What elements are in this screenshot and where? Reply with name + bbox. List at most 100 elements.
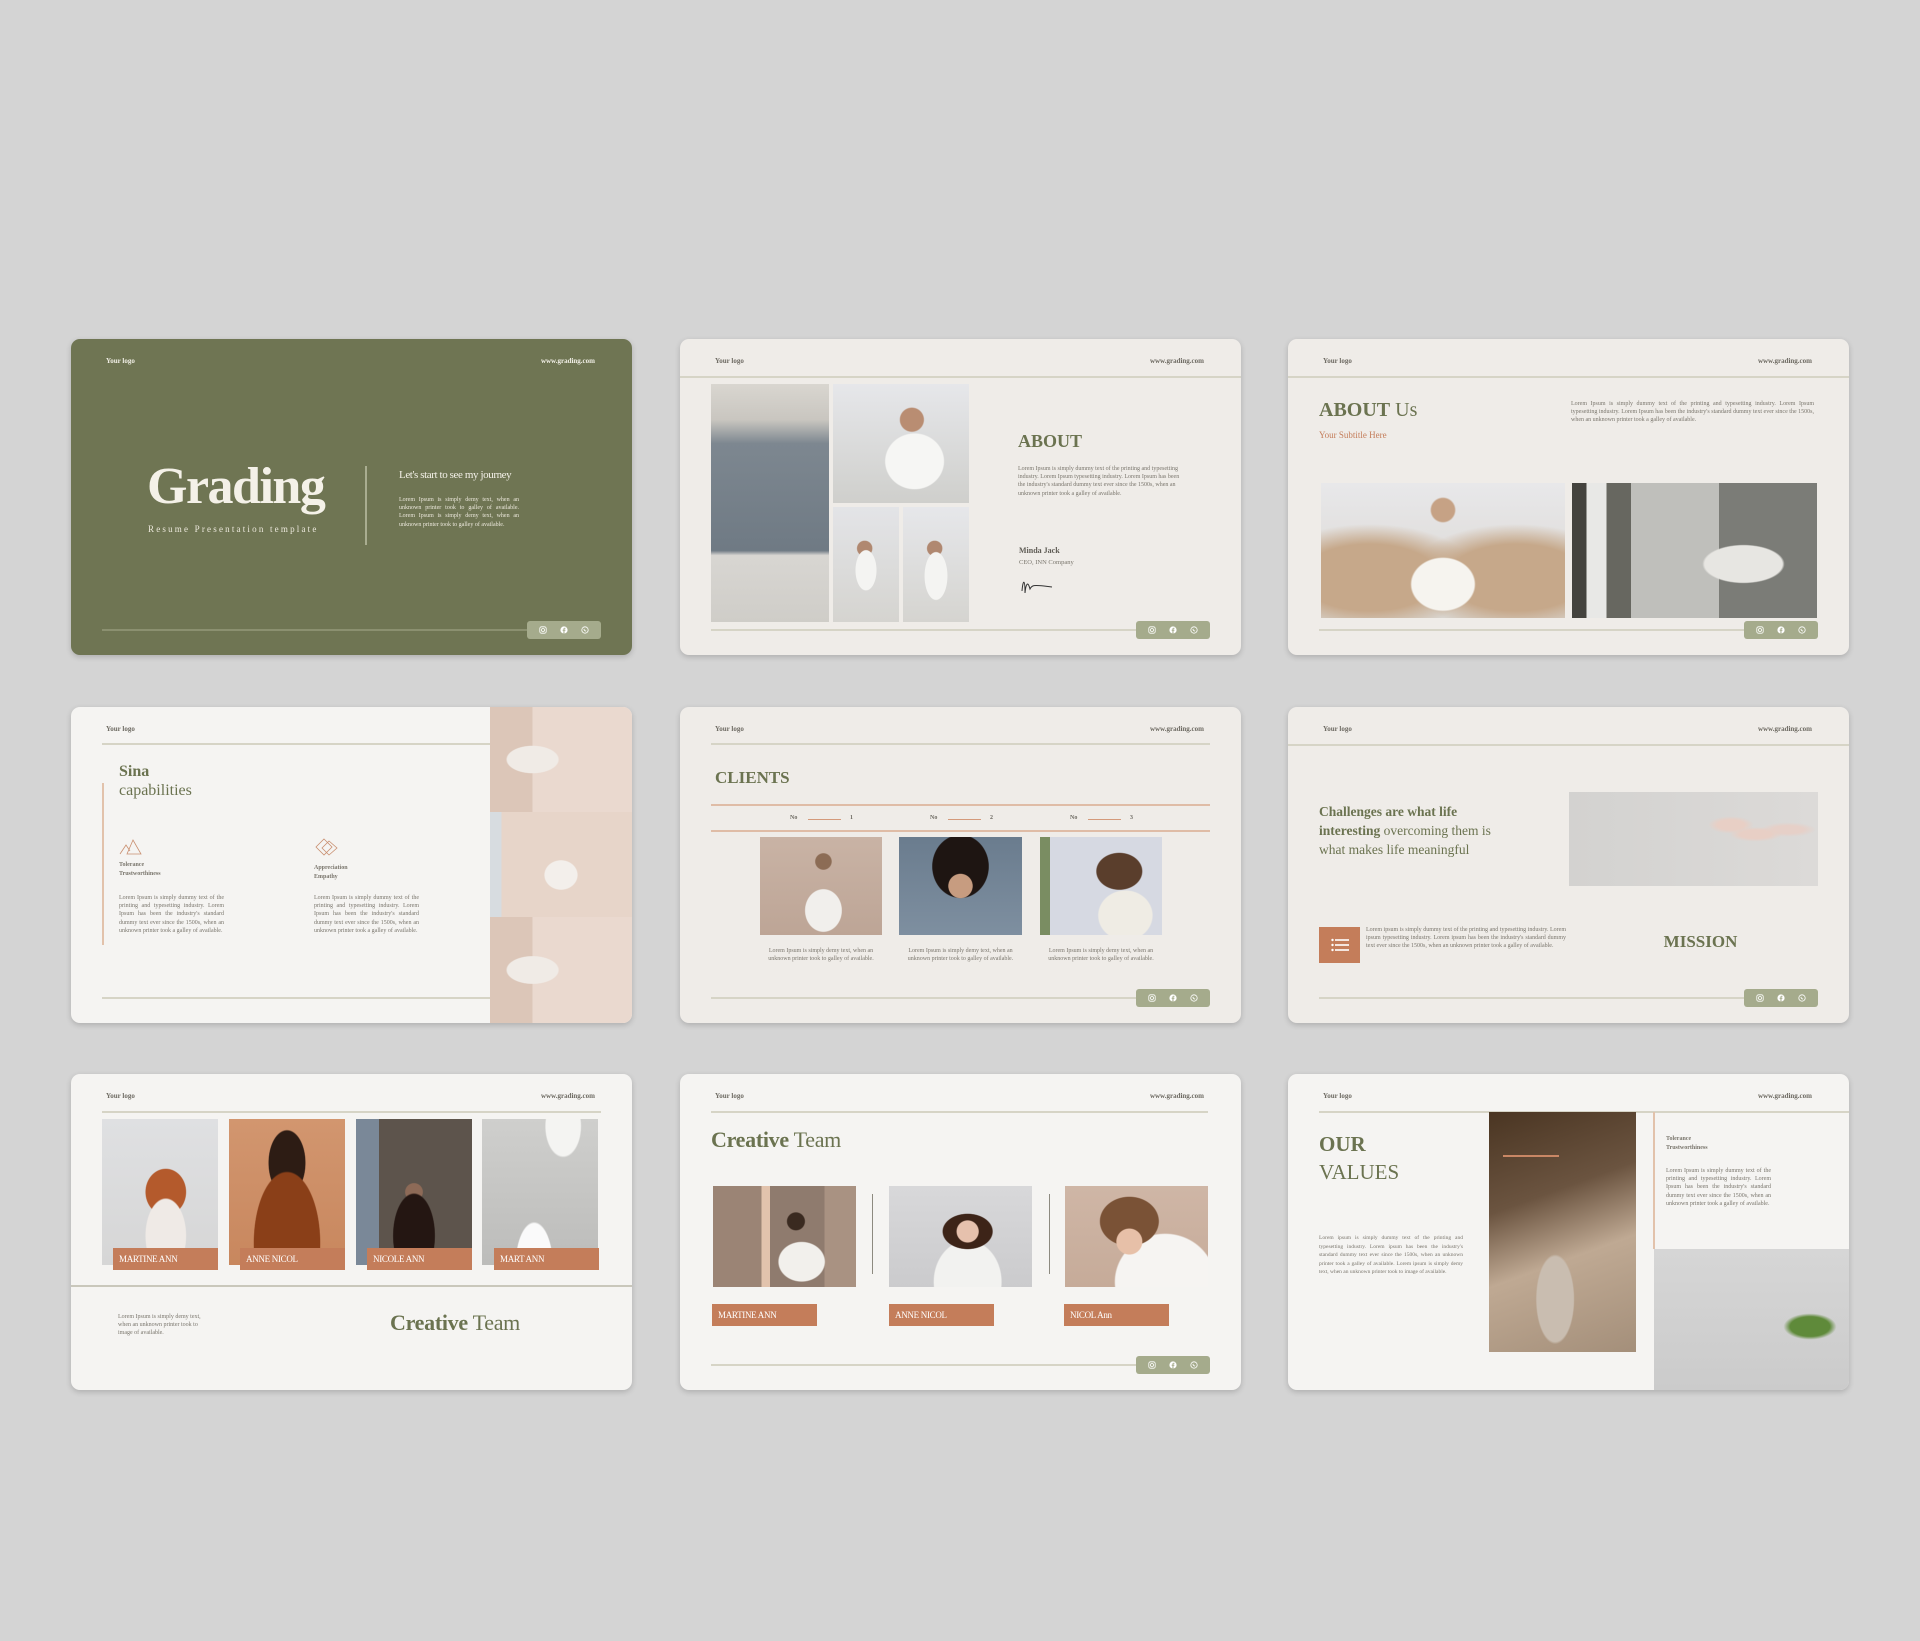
header-line (711, 743, 1210, 745)
divider (365, 466, 367, 545)
capability-1-body: Lorem Ipsum is simply dummy text of the … (119, 895, 224, 934)
footer-line (711, 629, 1137, 631)
website-link[interactable]: www.grading.com (541, 357, 595, 365)
footer-line (711, 1364, 1137, 1366)
team-row-title: Creative Team (711, 1127, 841, 1153)
photo-still-life (1489, 1112, 1636, 1352)
cover-subtitle: Resume Presentation template (148, 524, 319, 534)
logo-text: Your logo (715, 357, 744, 365)
website-link[interactable]: www.grading.com (1758, 357, 1812, 365)
photo-woman-chair (1572, 483, 1817, 618)
photo-team-2 (889, 1186, 1032, 1287)
values-title-line1: OUR (1319, 1132, 1366, 1156)
member-2-name: ANNE NICOL (240, 1248, 345, 1270)
about-us-title: ABOUT Us (1319, 399, 1417, 422)
facebook-icon[interactable] (1169, 1361, 1177, 1369)
logo-text: Your logo (106, 725, 135, 733)
slide-cover[interactable]: Your logo www.grading.com Grading Resume… (71, 339, 632, 655)
photo-team-3 (1065, 1186, 1208, 1287)
facebook-icon[interactable] (1777, 626, 1785, 634)
header-line (102, 743, 490, 745)
instagram-icon[interactable] (1148, 1361, 1156, 1369)
logo-text: Your logo (106, 1092, 135, 1100)
website-link[interactable]: www.grading.com (1758, 725, 1812, 733)
instagram-icon[interactable] (539, 626, 547, 634)
website-link[interactable]: www.grading.com (1758, 1092, 1812, 1100)
social-links (527, 621, 601, 639)
whatsapp-icon[interactable] (1190, 626, 1198, 634)
mission-quote: Challenges are what life interesting ove… (1319, 802, 1519, 859)
client-3-caption: Lorem Ipsum is simply demy text, when an… (1048, 948, 1154, 963)
client-3-number: 3 (1130, 815, 1133, 821)
about-us-title-light: Us (1395, 399, 1418, 421)
social-links (1136, 1356, 1210, 1374)
about-us-subtitle: Your Subtitle Here (1319, 430, 1387, 440)
mission-title: MISSION (1663, 932, 1738, 951)
photo-client-3 (1040, 837, 1162, 935)
instagram-icon[interactable] (1756, 626, 1764, 634)
accent-line (102, 783, 104, 945)
instagram-icon[interactable] (1756, 994, 1764, 1002)
footer-line (102, 629, 528, 631)
header-line (102, 1111, 601, 1113)
footer-line (1319, 997, 1745, 999)
slide-team-grid[interactable]: Your logo www.grading.com MARTINE ANN AN… (71, 1074, 632, 1390)
whatsapp-icon[interactable] (1798, 994, 1806, 1002)
instagram-icon[interactable] (1148, 626, 1156, 634)
facebook-icon[interactable] (560, 626, 568, 634)
logo-text: Your logo (1323, 1092, 1352, 1100)
divider-line (71, 1285, 632, 1287)
slide-values[interactable]: Your logo www.grading.com OUR VALUES Lor… (1288, 1074, 1849, 1390)
photo-woman-stool (490, 812, 632, 917)
website-link[interactable]: www.grading.com (1150, 357, 1204, 365)
about-title: ABOUT (1018, 431, 1083, 451)
photo-woman-sitting (833, 507, 899, 622)
slide-clients[interactable]: Your logo www.grading.com CLIENTS No 1 N… (680, 707, 1241, 1023)
accent-line (1653, 1112, 1655, 1249)
capability-2-title: Appreciation Empathy (314, 864, 348, 882)
list-icon (1319, 927, 1360, 963)
header-line (1288, 744, 1849, 746)
photo-woman-profile (903, 507, 969, 622)
client-1-number: 1 (850, 815, 853, 821)
photo-plant-vase (1654, 1249, 1849, 1390)
slide-capabilities[interactable]: Your logo Sina capabilities Tolerance Tr… (71, 707, 632, 1023)
whatsapp-icon[interactable] (1798, 626, 1806, 634)
rule-bottom (711, 830, 1210, 832)
whatsapp-icon[interactable] (581, 626, 589, 634)
slide-team-row[interactable]: Your logo www.grading.com Creative Team … (680, 1074, 1241, 1390)
values-body: Lorem ipsum is simply dummy text of the … (1319, 1235, 1463, 1275)
client-1-caption: Lorem Ipsum is simply demy text, when an… (768, 948, 874, 963)
website-link[interactable]: www.grading.com (541, 1092, 595, 1100)
team-grid-body: Lorem Ipsum is simply demy text, when an… (118, 1314, 201, 1337)
cover-body: Lorem Ipsum is simply demy text, when an… (399, 497, 519, 528)
photo-woman-sofa (833, 384, 969, 503)
whatsapp-icon[interactable] (1190, 1361, 1198, 1369)
social-links (1136, 621, 1210, 639)
client-2-dash (948, 819, 981, 820)
arrow-icon (1503, 1155, 1559, 1157)
facebook-icon[interactable] (1169, 994, 1177, 1002)
capability-2-line1: Appreciation (314, 865, 348, 871)
website-link[interactable]: www.grading.com (1150, 725, 1204, 733)
header-line (680, 376, 1241, 378)
slide-about-us[interactable]: Your logo www.grading.com ABOUT Us Your … (1288, 339, 1849, 655)
whatsapp-icon[interactable] (1190, 994, 1198, 1002)
values-side-body: Lorem Ipsum is simply dummy text of the … (1666, 1168, 1771, 1207)
clients-title: CLIENTS (715, 768, 790, 787)
slide-about[interactable]: Your logo www.grading.com ABOUT Lorem Ip… (680, 339, 1241, 655)
team-row-title-bold: Creative (711, 1127, 789, 1152)
social-links (1136, 989, 1210, 1007)
person-name: Minda Jack (1019, 546, 1060, 555)
capabilities-title-light: capabilities (119, 782, 192, 799)
facebook-icon[interactable] (1169, 626, 1177, 634)
photo-member-3 (356, 1119, 472, 1265)
website-link[interactable]: www.grading.com (1150, 1092, 1204, 1100)
member-1-name: MARTINE ANN (113, 1248, 218, 1270)
photo-woman-reading (1321, 483, 1565, 618)
instagram-icon[interactable] (1148, 994, 1156, 1002)
slide-mission[interactable]: Your logo www.grading.com Challenges are… (1288, 707, 1849, 1023)
facebook-icon[interactable] (1777, 994, 1785, 1002)
header-line (711, 1111, 1208, 1113)
rule-top (711, 804, 1210, 806)
